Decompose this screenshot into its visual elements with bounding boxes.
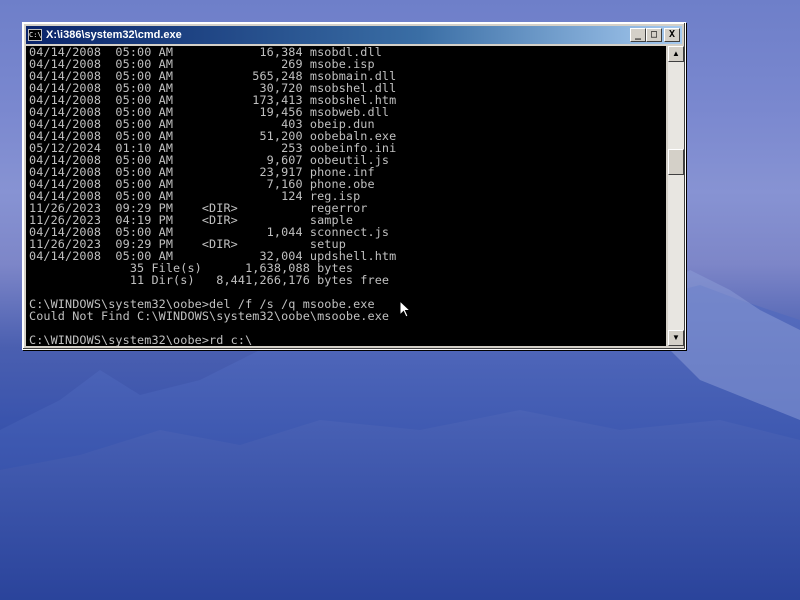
console-line: Could Not Find C:\WINDOWS\system32\oobe\…: [29, 309, 390, 323]
desktop: { "window": { "title": "X:\\i386\\system…: [0, 0, 800, 600]
mouse-pointer-icon: [399, 300, 411, 318]
cmd-window[interactable]: C:\ X:\i386\system32\cmd.exe _ □ X 04/14…: [22, 22, 686, 350]
title-bar[interactable]: C:\ X:\i386\system32\cmd.exe _ □ X: [26, 26, 682, 44]
scroll-thumb[interactable]: [668, 149, 684, 175]
console-output[interactable]: 04/14/2008 05:00 AM 16,384 msobdl.dll 04/…: [26, 46, 666, 346]
window-controls: _ □ X: [630, 28, 680, 42]
close-button[interactable]: X: [664, 28, 680, 42]
console-line: C:\WINDOWS\system32\oobe>rd c:\: [29, 333, 253, 346]
minimize-button[interactable]: _: [630, 28, 646, 42]
scroll-down-arrow-icon[interactable]: ▼: [668, 330, 684, 346]
console-icon[interactable]: C:\: [28, 29, 42, 41]
scroll-up-arrow-icon[interactable]: ▲: [668, 46, 684, 62]
console-text: 04/14/2008 05:00 AM 16,384 msobdl.dll 04/…: [26, 46, 666, 346]
window-title: X:\i386\system32\cmd.exe: [46, 29, 182, 41]
vertical-scrollbar[interactable]: ▲ ▼: [668, 46, 684, 346]
maximize-button[interactable]: □: [646, 28, 662, 42]
console-line: 11 Dir(s) 8,441,266,176 bytes free: [29, 273, 390, 287]
